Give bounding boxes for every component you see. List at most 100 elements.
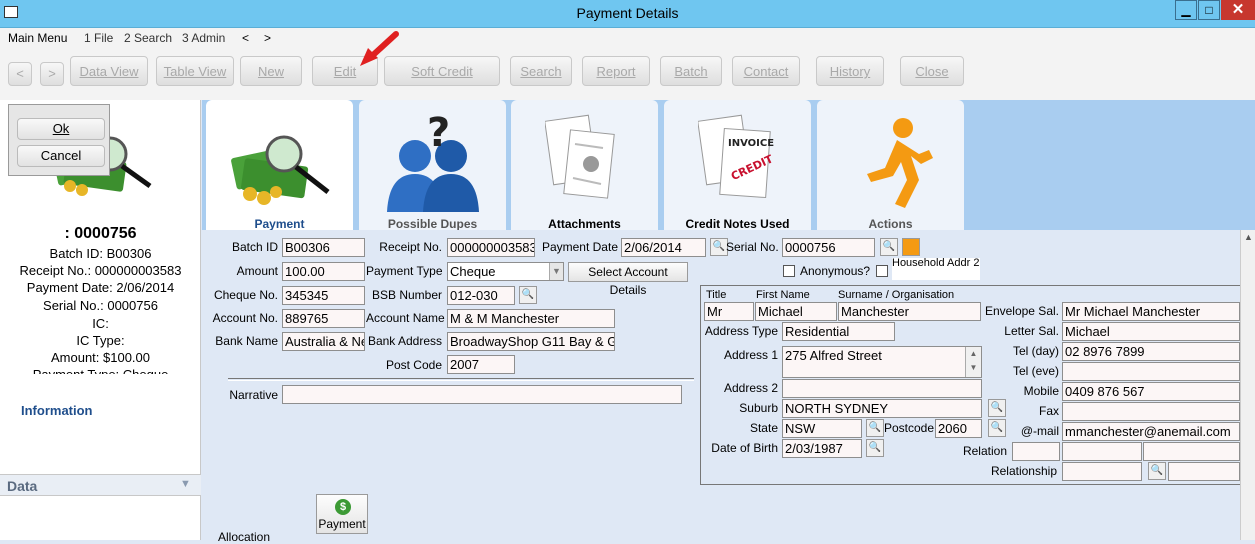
- postcode-field[interactable]: 2060: [935, 419, 982, 438]
- email-field[interactable]: mmanchester@anemail.com: [1062, 422, 1240, 441]
- menu-file[interactable]: 1 File: [84, 31, 113, 45]
- tab-actions[interactable]: Actions: [817, 100, 964, 231]
- tel-eve-field[interactable]: [1062, 362, 1240, 381]
- summary-serial-no: Serial No.: 0000756: [43, 298, 158, 313]
- vertical-scrollbar[interactable]: ▲: [1240, 230, 1255, 540]
- payment-allocation-button[interactable]: $ Payment: [316, 494, 368, 534]
- close-button[interactable]: Close: [900, 56, 964, 86]
- relationship-field[interactable]: [1062, 462, 1142, 481]
- tab-payment[interactable]: Payment: [206, 100, 353, 231]
- tab-credit-notes-used[interactable]: INVOICE CREDIT Credit Notes Used: [664, 100, 811, 231]
- receipt-no-field[interactable]: 000000003583: [447, 238, 535, 257]
- household-checkbox[interactable]: [876, 265, 888, 277]
- information-link[interactable]: Information: [21, 403, 93, 418]
- post-code-label: Post Code: [385, 358, 442, 372]
- dob-picker-icon[interactable]: 🔍: [866, 439, 884, 457]
- bank-address-label: Bank Address: [367, 334, 442, 348]
- table-view-button[interactable]: Table View: [156, 56, 234, 86]
- mobile-label: Mobile: [1023, 384, 1059, 398]
- dropdown-arrow-icon[interactable]: ▼: [549, 263, 563, 280]
- relationship-field-2[interactable]: [1168, 462, 1240, 481]
- nav-forward-button[interactable]: >: [40, 62, 64, 86]
- anonymous-label: Anonymous?: [800, 264, 871, 278]
- mobile-field[interactable]: 0409 876 567: [1062, 382, 1240, 401]
- surname-field[interactable]: Manchester: [838, 302, 981, 321]
- serial-no-label: Serial No.: [726, 240, 779, 254]
- menu-search[interactable]: 2 Search: [124, 31, 172, 45]
- menu-back[interactable]: <: [242, 31, 249, 45]
- bsb-number-field[interactable]: 012-030: [447, 286, 515, 305]
- tab-credit-notes-label: Credit Notes Used: [685, 217, 790, 231]
- bsb-lookup-icon[interactable]: 🔍: [519, 286, 537, 304]
- envelope-sal-field[interactable]: Mr Michael Manchester: [1062, 302, 1240, 321]
- nav-back-button[interactable]: <: [8, 62, 32, 86]
- relation-field[interactable]: [1012, 442, 1060, 461]
- section-divider: [228, 378, 694, 381]
- account-no-field[interactable]: 889765: [282, 309, 365, 328]
- state-field[interactable]: NSW: [782, 419, 862, 438]
- tab-actions-label: Actions: [868, 217, 913, 231]
- menu-admin[interactable]: 3 Admin: [182, 31, 225, 45]
- state-label: State: [749, 421, 778, 435]
- payment-type-select[interactable]: Cheque: [447, 262, 564, 281]
- address1-scroll[interactable]: ▲ ▼: [965, 347, 981, 377]
- account-name-field[interactable]: M & M Manchester: [447, 309, 615, 328]
- post-code-field[interactable]: 2007: [447, 355, 515, 374]
- first-name-field[interactable]: Michael: [755, 302, 837, 321]
- account-name-label: Account Name: [366, 311, 445, 325]
- relation-field-3[interactable]: [1143, 442, 1240, 461]
- cheque-no-field[interactable]: 345345: [282, 286, 365, 305]
- maximize-button[interactable]: □: [1198, 0, 1220, 20]
- first-name-label: First Name: [756, 289, 810, 301]
- dob-field[interactable]: 2/03/1987: [782, 439, 862, 458]
- toolbar: < > Data View Table View New Edit Soft C…: [0, 31, 1255, 100]
- payment-date-field[interactable]: 2/06/2014: [621, 238, 706, 257]
- relationship-lookup-icon[interactable]: 🔍: [1148, 462, 1166, 480]
- narrative-field[interactable]: [282, 385, 682, 404]
- serial-no-field[interactable]: 0000756: [782, 238, 875, 257]
- menu-forward[interactable]: >: [264, 31, 271, 45]
- data-section-header[interactable]: Data ▼: [0, 474, 201, 496]
- title-field[interactable]: Mr: [704, 302, 754, 321]
- address1-field[interactable]: 275 Alfred Street: [782, 346, 982, 378]
- dob-label: Date of Birth: [711, 441, 778, 455]
- ok-button[interactable]: Ok: [17, 118, 105, 140]
- bank-name-field[interactable]: Australia & New: [282, 332, 365, 351]
- relation-field-2[interactable]: [1062, 442, 1142, 461]
- contact-button[interactable]: Contact: [732, 56, 800, 86]
- tel-day-field[interactable]: 02 8976 7899: [1062, 342, 1240, 361]
- anonymous-checkbox[interactable]: [783, 265, 795, 277]
- allocation-label: Allocation: [218, 530, 271, 544]
- fax-field[interactable]: [1062, 402, 1240, 421]
- bank-address-field[interactable]: BroadwayShop G11 Bay & G: [447, 332, 615, 351]
- serial-lookup-icon[interactable]: 🔍: [880, 238, 898, 256]
- report-button[interactable]: Report: [582, 56, 650, 86]
- tab-possible-dupes[interactable]: ? Possible Dupes: [359, 100, 506, 231]
- suburb-field[interactable]: NORTH SYDNEY: [782, 399, 982, 418]
- scroll-up-icon[interactable]: ▲: [1244, 232, 1253, 242]
- collapse-icon[interactable]: ▼: [180, 478, 191, 490]
- data-view-button[interactable]: Data View: [70, 56, 148, 86]
- menu-main[interactable]: Main Menu: [8, 31, 67, 45]
- amount-field[interactable]: 100.00: [282, 262, 365, 281]
- letter-sal-field[interactable]: Michael: [1062, 322, 1240, 341]
- serial-action-icon[interactable]: [902, 238, 920, 256]
- close-window-button[interactable]: ✕: [1221, 0, 1255, 20]
- new-button[interactable]: New: [240, 56, 302, 86]
- address2-field[interactable]: [782, 379, 982, 398]
- fax-label: Fax: [1038, 404, 1059, 418]
- select-account-details-button[interactable]: Select Account Details: [568, 262, 688, 297]
- state-lookup-icon[interactable]: 🔍: [866, 419, 884, 437]
- svg-text:?: ?: [427, 112, 450, 156]
- history-button[interactable]: History: [816, 56, 884, 86]
- payment-type-label: Payment Type: [366, 264, 443, 278]
- batch-id-field[interactable]: B00306: [282, 238, 365, 257]
- title-bar: Payment Details ▁ □ ✕: [0, 0, 1255, 28]
- minimize-button[interactable]: ▁: [1175, 0, 1197, 20]
- batch-button[interactable]: Batch: [660, 56, 722, 86]
- tab-attachments[interactable]: Attachments: [511, 100, 658, 231]
- cancel-button[interactable]: Cancel: [17, 145, 105, 167]
- address-type-field[interactable]: Residential: [782, 322, 895, 341]
- search-button[interactable]: Search: [510, 56, 572, 86]
- left-summary-panel: Ok Cancel : 0000756 Batch ID: B00306 Rec…: [0, 100, 201, 540]
